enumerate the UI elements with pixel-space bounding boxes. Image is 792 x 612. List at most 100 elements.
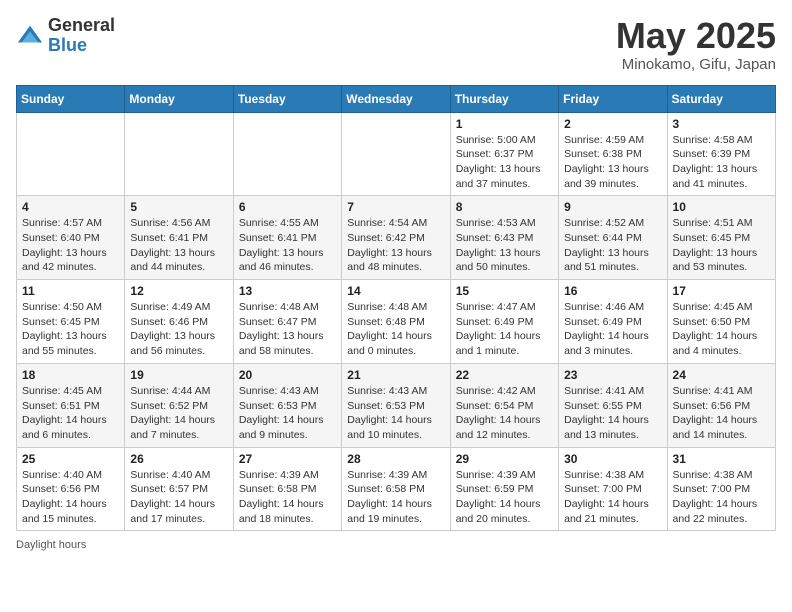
day-number: 18 [22, 368, 119, 382]
calendar-cell: 23 Sunrise: 4:41 AM Sunset: 6:55 PM Dayli… [559, 363, 667, 447]
day-number: 25 [22, 452, 119, 466]
calendar-cell: 25 Sunrise: 4:40 AM Sunset: 6:56 PM Dayli… [17, 447, 125, 531]
day-number: 10 [673, 200, 770, 214]
calendar-week-row: 1Sunrise: 5:00 AM Sunset: 6:37 PM Daylig… [17, 112, 776, 196]
calendar-cell: 6 Sunrise: 4:55 AM Sunset: 6:41 PM Daylig… [233, 196, 341, 280]
day-info: Sunrise: 4:50 AM Sunset: 6:45 PM Dayligh… [22, 300, 119, 359]
calendar-cell: 9Sunrise: 4:52 AM Sunset: 6:44 PM Daylig… [559, 196, 667, 280]
day-number: 23 [564, 368, 661, 382]
calendar-day-header: Friday [559, 85, 667, 112]
day-number: 20 [239, 368, 336, 382]
day-number: 7 [347, 200, 444, 214]
page-header: General Blue May 2025 Minokamo, Gifu, Ja… [16, 16, 776, 73]
day-info: Sunrise: 4:40 AM Sunset: 6:57 PM Dayligh… [130, 468, 227, 527]
title-block: May 2025 Minokamo, Gifu, Japan [616, 16, 776, 73]
day-info: Sunrise: 4:40 AM Sunset: 6:56 PM Dayligh… [22, 468, 119, 527]
day-number: 22 [456, 368, 553, 382]
day-info: Sunrise: 4:38 AM Sunset: 7:00 PM Dayligh… [564, 468, 661, 527]
day-info: Sunrise: 4:44 AM Sunset: 6:52 PM Dayligh… [130, 384, 227, 443]
day-info: Sunrise: 4:53 AM Sunset: 6:43 PM Dayligh… [456, 216, 553, 275]
calendar-cell: 19Sunrise: 4:44 AM Sunset: 6:52 PM Dayli… [125, 363, 233, 447]
day-number: 17 [673, 284, 770, 298]
day-info: Sunrise: 4:54 AM Sunset: 6:42 PM Dayligh… [347, 216, 444, 275]
calendar-cell: 4Sunrise: 4:57 AM Sunset: 6:40 PM Daylig… [17, 196, 125, 280]
day-number: 4 [22, 200, 119, 214]
day-info: Sunrise: 4:51 AM Sunset: 6:45 PM Dayligh… [673, 216, 770, 275]
day-info: Sunrise: 4:39 AM Sunset: 6:59 PM Dayligh… [456, 468, 553, 527]
day-info: Sunrise: 4:41 AM Sunset: 6:55 PM Dayligh… [564, 384, 661, 443]
day-number: 6 [239, 200, 336, 214]
daylight-hours-label: Daylight hours [16, 539, 86, 551]
calendar-day-header: Monday [125, 85, 233, 112]
day-number: 11 [22, 284, 119, 298]
calendar-week-row: 4Sunrise: 4:57 AM Sunset: 6:40 PM Daylig… [17, 196, 776, 280]
day-info: Sunrise: 4:45 AM Sunset: 6:50 PM Dayligh… [673, 300, 770, 359]
calendar-cell: 17 Sunrise: 4:45 AM Sunset: 6:50 PM Dayli… [667, 280, 775, 364]
day-info: Sunrise: 4:55 AM Sunset: 6:41 PM Dayligh… [239, 216, 336, 275]
calendar-cell: 18 Sunrise: 4:45 AM Sunset: 6:51 PM Dayli… [17, 363, 125, 447]
calendar-cell: 20 Sunrise: 4:43 AM Sunset: 6:53 PM Dayli… [233, 363, 341, 447]
day-info: Sunrise: 4:48 AM Sunset: 6:47 PM Dayligh… [239, 300, 336, 359]
day-info: Sunrise: 4:59 AM Sunset: 6:38 PM Dayligh… [564, 133, 661, 192]
calendar-cell: 16 Sunrise: 4:46 AM Sunset: 6:49 PM Dayli… [559, 280, 667, 364]
day-info: Sunrise: 4:38 AM Sunset: 7:00 PM Dayligh… [673, 468, 770, 527]
day-number: 13 [239, 284, 336, 298]
calendar-table: SundayMondayTuesdayWednesdayThursdayFrid… [16, 85, 776, 532]
calendar-week-row: 18 Sunrise: 4:45 AM Sunset: 6:51 PM Dayli… [17, 363, 776, 447]
calendar-cell: 10 Sunrise: 4:51 AM Sunset: 6:45 PM Dayli… [667, 196, 775, 280]
calendar-week-row: 11 Sunrise: 4:50 AM Sunset: 6:45 PM Dayli… [17, 280, 776, 364]
day-number: 27 [239, 452, 336, 466]
day-info: Sunrise: 4:41 AM Sunset: 6:56 PM Dayligh… [673, 384, 770, 443]
calendar-cell [342, 112, 450, 196]
day-number: 28 [347, 452, 444, 466]
calendar-cell: 22 Sunrise: 4:42 AM Sunset: 6:54 PM Dayli… [450, 363, 558, 447]
calendar-day-header: Sunday [17, 85, 125, 112]
calendar-day-header: Wednesday [342, 85, 450, 112]
logo-icon [16, 22, 44, 50]
day-number: 16 [564, 284, 661, 298]
calendar-cell: 27Sunrise: 4:39 AM Sunset: 6:58 PM Dayli… [233, 447, 341, 531]
day-number: 30 [564, 452, 661, 466]
calendar-cell: 29Sunrise: 4:39 AM Sunset: 6:59 PM Dayli… [450, 447, 558, 531]
calendar-cell: 3 Sunrise: 4:58 AM Sunset: 6:39 PM Daylig… [667, 112, 775, 196]
day-number: 12 [130, 284, 227, 298]
day-info: Sunrise: 4:58 AM Sunset: 6:39 PM Dayligh… [673, 133, 770, 192]
day-number: 24 [673, 368, 770, 382]
day-info: Sunrise: 4:43 AM Sunset: 6:53 PM Dayligh… [347, 384, 444, 443]
day-number: 3 [673, 117, 770, 131]
calendar-day-header: Tuesday [233, 85, 341, 112]
calendar-cell: 1Sunrise: 5:00 AM Sunset: 6:37 PM Daylig… [450, 112, 558, 196]
logo-text: General Blue [48, 16, 115, 56]
location-title: Minokamo, Gifu, Japan [616, 56, 776, 73]
day-info: Sunrise: 4:46 AM Sunset: 6:49 PM Dayligh… [564, 300, 661, 359]
calendar-cell: 14Sunrise: 4:48 AM Sunset: 6:48 PM Dayli… [342, 280, 450, 364]
calendar-cell: 8Sunrise: 4:53 AM Sunset: 6:43 PM Daylig… [450, 196, 558, 280]
calendar-cell: 2Sunrise: 4:59 AM Sunset: 6:38 PM Daylig… [559, 112, 667, 196]
calendar-cell: 26 Sunrise: 4:40 AM Sunset: 6:57 PM Dayli… [125, 447, 233, 531]
day-info: Sunrise: 4:47 AM Sunset: 6:49 PM Dayligh… [456, 300, 553, 359]
day-number: 21 [347, 368, 444, 382]
logo: General Blue [16, 16, 115, 56]
logo-blue-text: Blue [48, 36, 115, 56]
calendar-cell: 28Sunrise: 4:39 AM Sunset: 6:58 PM Dayli… [342, 447, 450, 531]
day-info: Sunrise: 4:49 AM Sunset: 6:46 PM Dayligh… [130, 300, 227, 359]
calendar-cell: 12 Sunrise: 4:49 AM Sunset: 6:46 PM Dayli… [125, 280, 233, 364]
day-number: 26 [130, 452, 227, 466]
footer: Daylight hours [16, 539, 776, 551]
day-info: Sunrise: 4:48 AM Sunset: 6:48 PM Dayligh… [347, 300, 444, 359]
calendar-cell: 30 Sunrise: 4:38 AM Sunset: 7:00 PM Dayli… [559, 447, 667, 531]
day-info: Sunrise: 4:43 AM Sunset: 6:53 PM Dayligh… [239, 384, 336, 443]
day-number: 9 [564, 200, 661, 214]
calendar-cell: 24 Sunrise: 4:41 AM Sunset: 6:56 PM Dayli… [667, 363, 775, 447]
day-number: 5 [130, 200, 227, 214]
day-number: 15 [456, 284, 553, 298]
calendar-cell: 7 Sunrise: 4:54 AM Sunset: 6:42 PM Daylig… [342, 196, 450, 280]
calendar-cell: 21 Sunrise: 4:43 AM Sunset: 6:53 PM Dayli… [342, 363, 450, 447]
day-info: Sunrise: 5:00 AM Sunset: 6:37 PM Dayligh… [456, 133, 553, 192]
day-number: 31 [673, 452, 770, 466]
calendar-cell: 5Sunrise: 4:56 AM Sunset: 6:41 PM Daylig… [125, 196, 233, 280]
calendar-day-header: Saturday [667, 85, 775, 112]
day-info: Sunrise: 4:45 AM Sunset: 6:51 PM Dayligh… [22, 384, 119, 443]
day-info: Sunrise: 4:42 AM Sunset: 6:54 PM Dayligh… [456, 384, 553, 443]
calendar-cell [17, 112, 125, 196]
